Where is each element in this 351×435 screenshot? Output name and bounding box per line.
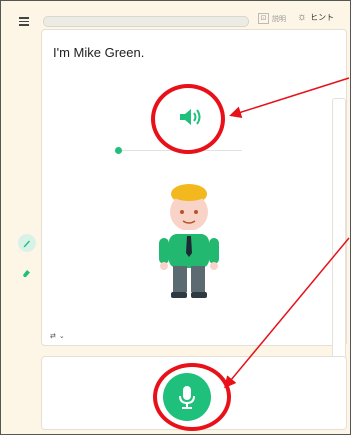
right-scroll-rail[interactable] xyxy=(332,98,346,398)
eraser-icon[interactable] xyxy=(21,268,31,278)
tool-sidebar xyxy=(0,36,42,434)
explain-label: 説明 xyxy=(272,15,286,23)
audio-progress-knob[interactable] xyxy=(115,147,122,154)
lesson-card: I'm Mike Green. ⇄ ⌄ xyxy=(41,29,347,346)
hint-label: ヒント xyxy=(310,12,335,22)
lesson-progress-bar xyxy=(43,16,249,27)
pencil-icon xyxy=(23,240,30,248)
speaker-highlight-circle xyxy=(151,84,225,154)
menu-icon[interactable] xyxy=(19,17,29,26)
hint-button[interactable]: ☼ ヒント xyxy=(297,11,334,23)
pencil-button[interactable] xyxy=(18,234,36,252)
lightbulb-icon: ☼ xyxy=(297,11,308,23)
sentence-text: I'm Mike Green. xyxy=(53,45,145,60)
record-highlight-circle xyxy=(153,363,231,431)
explain-button[interactable]: ⊡ 説明 xyxy=(258,13,286,24)
explain-icon: ⊡ xyxy=(258,13,269,24)
language-toggle[interactable]: ⇄ ⌄ xyxy=(50,332,65,340)
chevron-down-icon: ⌄ xyxy=(58,333,65,340)
language-toggle-icon: ⇄ xyxy=(50,333,56,340)
mike-green-character xyxy=(159,184,219,298)
